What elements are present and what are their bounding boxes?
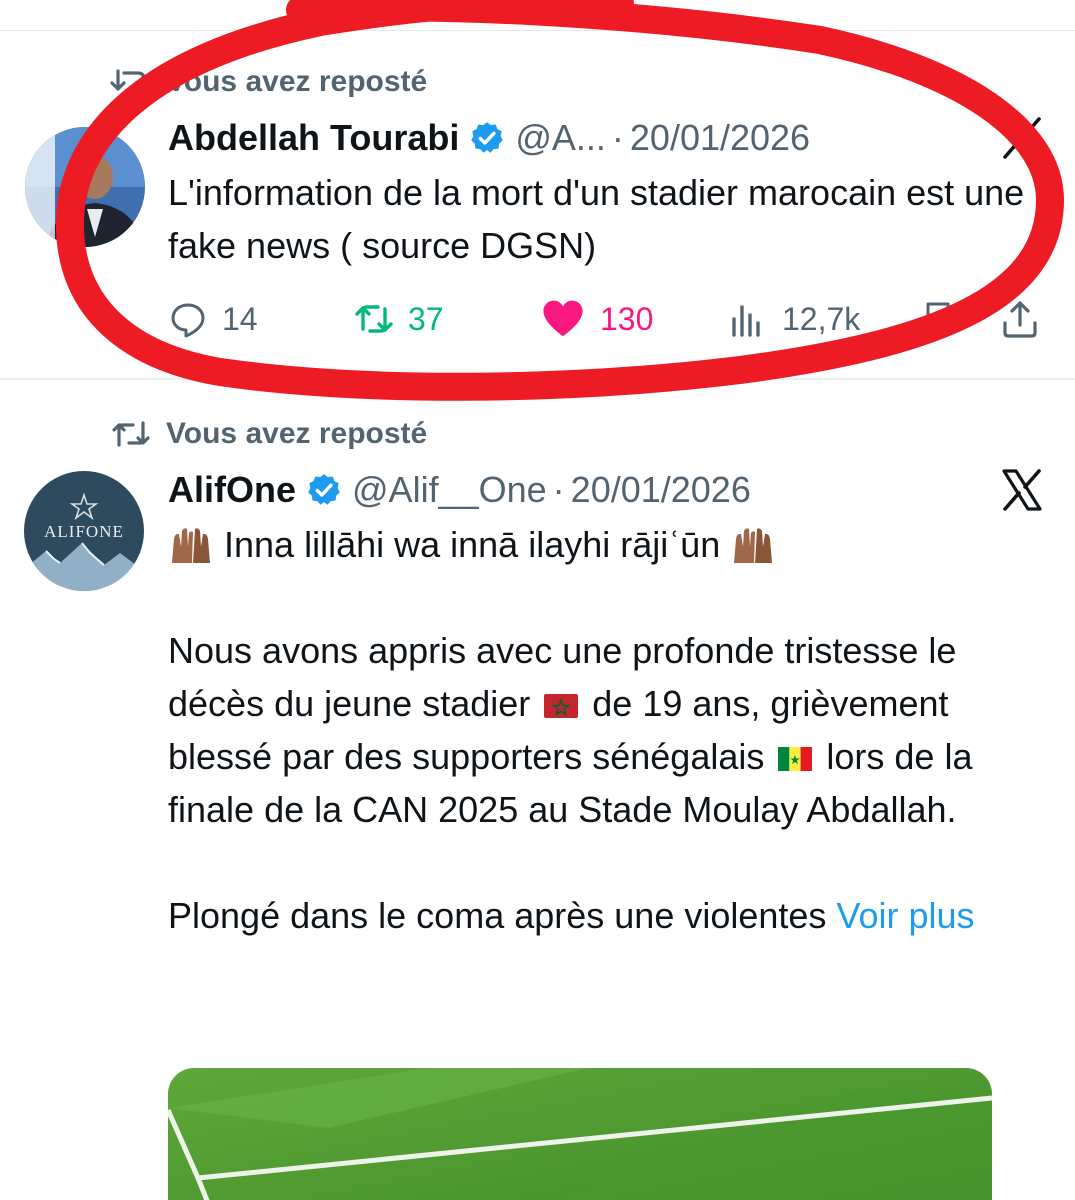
tweet-line-1: Inna lillāhi wa innā ilayhi rājiʿūn: [168, 518, 1048, 571]
reply-icon: [171, 303, 205, 338]
praying-hands-emoji-icon: [172, 528, 210, 563]
tweet-date[interactable]: 20/01/2026: [571, 469, 751, 511]
morocco-flag-icon: [544, 694, 579, 718]
views-bar-chart-icon: [732, 305, 760, 337]
repost-icon: [110, 69, 152, 95]
media-image[interactable]: [168, 1068, 992, 1200]
tweet-date[interactable]: 20/01/2026: [630, 117, 810, 159]
verified-badge-icon: [471, 122, 504, 153]
views-button[interactable]: 12,7k: [728, 296, 860, 342]
football-pitch-photo: [168, 1068, 992, 1200]
x-logo-icon[interactable]: [998, 466, 1046, 514]
tweet-paragraph-2: Nous avons appris avec une profonde tris…: [168, 624, 1038, 836]
repost-label: Vous avez reposté: [166, 417, 428, 450]
repost-indicator: Vous avez reposté: [110, 414, 427, 454]
praying-hands-emoji-icon: [734, 528, 773, 563]
author-name[interactable]: Abdellah Tourabi: [168, 117, 459, 159]
heart-filled-icon: [543, 300, 583, 337]
repost-count: 37: [408, 300, 444, 337]
author-handle[interactable]: @A...: [515, 117, 606, 159]
repost-icon: [112, 421, 150, 447]
separator-dot: ·: [552, 469, 565, 510]
alifone-logo: ALIFONE: [24, 471, 144, 591]
share-icon: [1003, 301, 1037, 338]
divider: [0, 30, 1075, 31]
see-more-link[interactable]: Voir plus: [836, 895, 974, 936]
tweet-text: L'information de la mort d'un stadier ma…: [168, 166, 1048, 272]
timeline: Vous avez reposté Abdellah Tourabi @A...…: [0, 0, 1075, 1200]
repost-label: Vous avez reposté: [166, 65, 428, 98]
reply-count: 14: [222, 300, 258, 337]
tweet-header: AlifOne @Alif__One · 20/01/2026: [168, 466, 751, 514]
verified-badge-icon: [308, 474, 340, 505]
repost-indicator: Vous avez reposté: [110, 62, 427, 102]
tweet-paragraph-3: Plongé dans le coma après une violentes …: [168, 889, 1048, 942]
tweet-text: Inna lillāhi wa innā ilayhi rājiʿūn Nous…: [168, 518, 1048, 942]
tweet-header: Abdellah Tourabi @A... · 20/01/2026: [168, 114, 810, 162]
view-count: 12,7k: [782, 300, 861, 337]
avatar-photo: [25, 127, 145, 247]
author-name[interactable]: AlifOne: [168, 469, 296, 511]
tweet-body: L'information de la mort d'un stadier ma…: [168, 172, 1025, 266]
tweet-line-1-text: Inna lillāhi wa innā ilayhi rājiʿūn: [224, 524, 721, 565]
share-button[interactable]: [1000, 296, 1040, 342]
avatar-label: ALIFONE: [44, 522, 124, 541]
senegal-flag-icon: [778, 747, 813, 771]
like-button[interactable]: 130: [540, 296, 653, 342]
repost-icon: [355, 305, 393, 333]
repost-button[interactable]: 37: [354, 296, 444, 342]
avatar[interactable]: ALIFONE: [24, 471, 144, 591]
separator-dot: ·: [611, 117, 624, 158]
divider: [0, 378, 1075, 380]
author-handle[interactable]: @Alif__One: [352, 469, 547, 511]
reply-button[interactable]: 14: [168, 296, 258, 342]
paragraph-3-text: Plongé dans le coma après une violentes: [168, 895, 827, 936]
x-logo-icon[interactable]: [998, 114, 1046, 162]
avatar[interactable]: [25, 127, 145, 247]
bookmark-icon: [926, 302, 950, 337]
bookmark-button[interactable]: [918, 296, 958, 342]
like-count: 130: [600, 300, 654, 337]
action-bar: 14 37 130 12,7k: [168, 296, 1048, 342]
